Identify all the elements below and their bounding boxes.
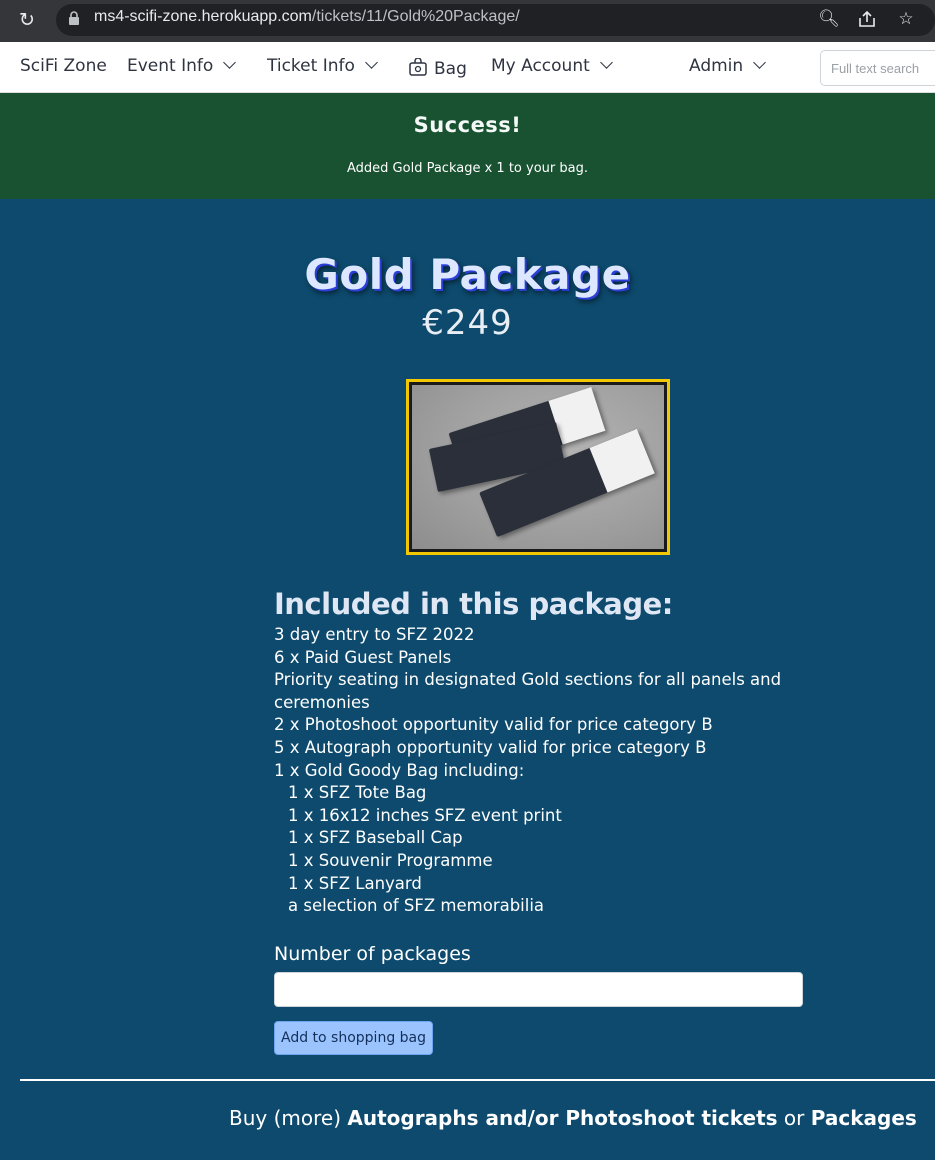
product-price: €249 <box>422 303 513 343</box>
packages-link[interactable]: Packages <box>811 1106 917 1130</box>
nav-label: Ticket Info <box>267 56 355 76</box>
footer-links: Buy (more) Autographs and/or Photoshoot … <box>229 1106 917 1130</box>
main-navbar: SciFi Zone Event Info Ticket Info Bag My… <box>0 42 935 93</box>
include-item: 1 x SFZ Tote Bag <box>288 783 427 803</box>
nav-admin[interactable]: Admin <box>689 56 767 76</box>
nav-label: Bag <box>434 59 467 79</box>
lock-icon <box>69 11 79 25</box>
nav-event-info[interactable]: Event Info <box>127 56 237 76</box>
nav-label: Event Info <box>127 56 214 76</box>
include-item: 1 x Souvenir Programme <box>288 850 493 870</box>
success-alert: Success! Added Gold Package x 1 to your … <box>0 93 935 199</box>
include-item: a selection of SFZ memorabilia <box>288 896 545 916</box>
footer-middle: or <box>777 1106 811 1130</box>
alert-message: Added Gold Package x 1 to your bag. <box>347 161 588 176</box>
add-to-bag-button[interactable]: Add to shopping bag <box>274 1021 433 1055</box>
alert-title: Success! <box>413 113 522 137</box>
quantity-input[interactable] <box>274 972 803 1007</box>
chevron-down-icon <box>365 56 378 69</box>
chevron-down-icon <box>599 56 613 69</box>
nav-ticket-info[interactable]: Ticket Info <box>267 56 378 76</box>
divider <box>20 1079 935 1081</box>
nav-my-account[interactable]: My Account <box>491 56 613 76</box>
nav-label: Admin <box>689 56 744 76</box>
chevron-down-icon <box>223 56 237 69</box>
bookmark-star-icon[interactable]: ☆ <box>895 8 917 30</box>
browser-toolbar: ↻ ms4-scifi-zone.herokuapp.com/tickets/1… <box>0 0 935 42</box>
quantity-label: Number of packages <box>274 943 471 965</box>
include-item: 2 x Photoshoot opportunity valid for pri… <box>274 715 713 735</box>
includes-heading: Included in this package: <box>274 587 673 621</box>
reload-icon[interactable]: ↻ <box>16 9 38 31</box>
product-title: Gold Package <box>304 250 631 299</box>
include-item: 1 x SFZ Baseball Cap <box>288 828 463 848</box>
include-item: 3 day entry to SFZ 2022 <box>274 625 475 644</box>
search-input[interactable]: Full text search <box>820 50 935 86</box>
include-item: Priority seating in designated Gold sect… <box>274 670 782 712</box>
include-item: 1 x SFZ Lanyard <box>288 873 422 893</box>
zoom-icon[interactable]: 🔍︎ <box>818 8 840 30</box>
nav-bag[interactable]: Bag <box>408 56 467 79</box>
url-text: ms4-scifi-zone.herokuapp.com/tickets/11/… <box>94 8 520 25</box>
product-image <box>406 379 670 555</box>
include-item: 1 x 16x12 inches SFZ event print <box>288 805 562 825</box>
include-item: 1 x Gold Goody Bag including: <box>274 760 525 780</box>
nav-label: My Account <box>491 56 590 76</box>
share-icon[interactable] <box>856 8 878 30</box>
include-item: 6 x Paid Guest Panels <box>274 647 452 667</box>
footer-prefix: Buy (more) <box>229 1106 348 1130</box>
include-item: 5 x Autograph opportunity valid for pric… <box>274 737 707 757</box>
chevron-down-icon <box>753 56 767 69</box>
autographs-photoshoot-link[interactable]: Autographs and/or Photoshoot tickets <box>347 1106 777 1130</box>
bag-icon <box>409 57 427 76</box>
includes-list: 3 day entry to SFZ 2022 6 x Paid Guest Pa… <box>274 624 814 918</box>
brand-link[interactable]: SciFi Zone <box>20 56 107 76</box>
